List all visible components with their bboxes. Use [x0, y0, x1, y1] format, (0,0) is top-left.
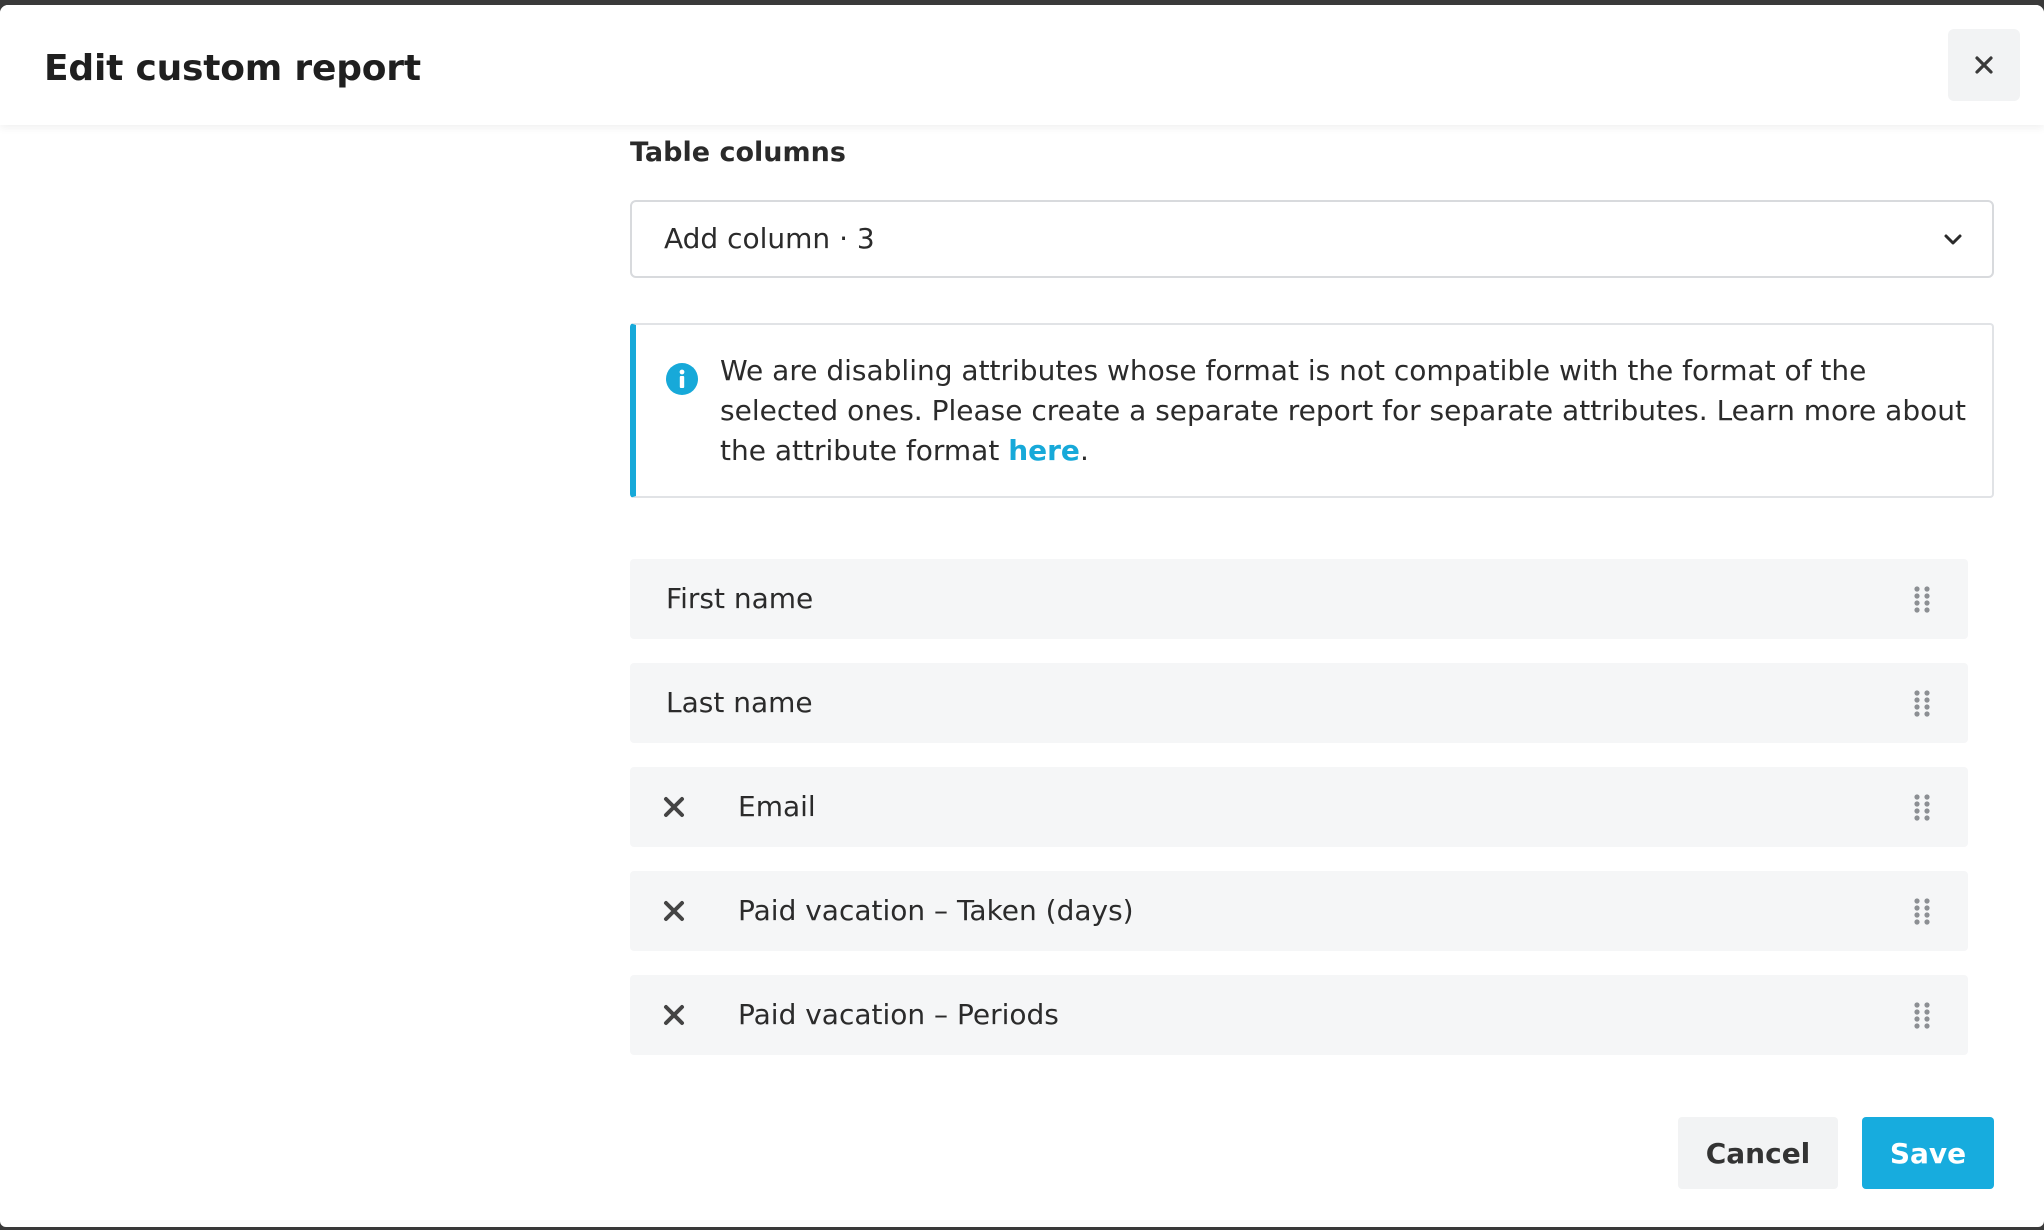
drag-handle-icon[interactable] — [1912, 689, 1932, 717]
save-button[interactable]: Save — [1862, 1117, 1994, 1189]
remove-column-button[interactable] — [658, 895, 690, 927]
column-row-first-name[interactable]: First name — [630, 559, 1968, 639]
chevron-down-icon — [1944, 234, 1962, 245]
column-row-paid-vacation-periods[interactable]: Paid vacation – Periods — [630, 975, 1968, 1055]
drag-handle-icon[interactable] — [1912, 897, 1932, 925]
add-column-select-value: Add column · 3 — [664, 222, 875, 255]
info-message-end: . — [1079, 434, 1089, 467]
drag-handle-icon[interactable] — [1912, 793, 1932, 821]
close-dialog-button[interactable] — [1948, 29, 2020, 101]
close-icon — [664, 901, 684, 921]
info-message: We are disabling attributes whose format… — [720, 351, 1970, 471]
selected-columns-list: First name Last name Email Paid vacation… — [630, 559, 1968, 1079]
info-icon — [666, 363, 698, 395]
close-icon — [1975, 56, 1993, 74]
remove-column-button[interactable] — [658, 999, 690, 1031]
column-label: Paid vacation – Periods — [738, 998, 1059, 1031]
info-message-text: We are disabling attributes whose format… — [720, 354, 1966, 467]
column-row-email[interactable]: Email — [630, 767, 1968, 847]
close-icon — [664, 1005, 684, 1025]
edit-report-dialog: Edit custom report Table columns Add col… — [0, 5, 2044, 1227]
dialog-title: Edit custom report — [44, 48, 421, 89]
close-icon — [664, 797, 684, 817]
remove-column-button[interactable] — [658, 791, 690, 823]
attribute-format-link[interactable]: here — [1008, 434, 1080, 467]
format-info-notice: We are disabling attributes whose format… — [630, 323, 1994, 498]
dialog-header: Edit custom report — [0, 5, 2044, 125]
add-column-select[interactable]: Add column · 3 — [630, 200, 1994, 278]
drag-handle-icon[interactable] — [1912, 585, 1932, 613]
column-label: Last name — [666, 686, 813, 719]
cancel-button[interactable]: Cancel — [1678, 1117, 1838, 1189]
column-label: Paid vacation – Taken (days) — [738, 894, 1134, 927]
drag-handle-icon[interactable] — [1912, 1001, 1932, 1029]
column-label: First name — [666, 582, 814, 615]
column-row-paid-vacation-taken[interactable]: Paid vacation – Taken (days) — [630, 871, 1968, 951]
column-row-last-name[interactable]: Last name — [630, 663, 1968, 743]
table-columns-label: Table columns — [630, 137, 846, 168]
column-label: Email — [738, 790, 816, 823]
